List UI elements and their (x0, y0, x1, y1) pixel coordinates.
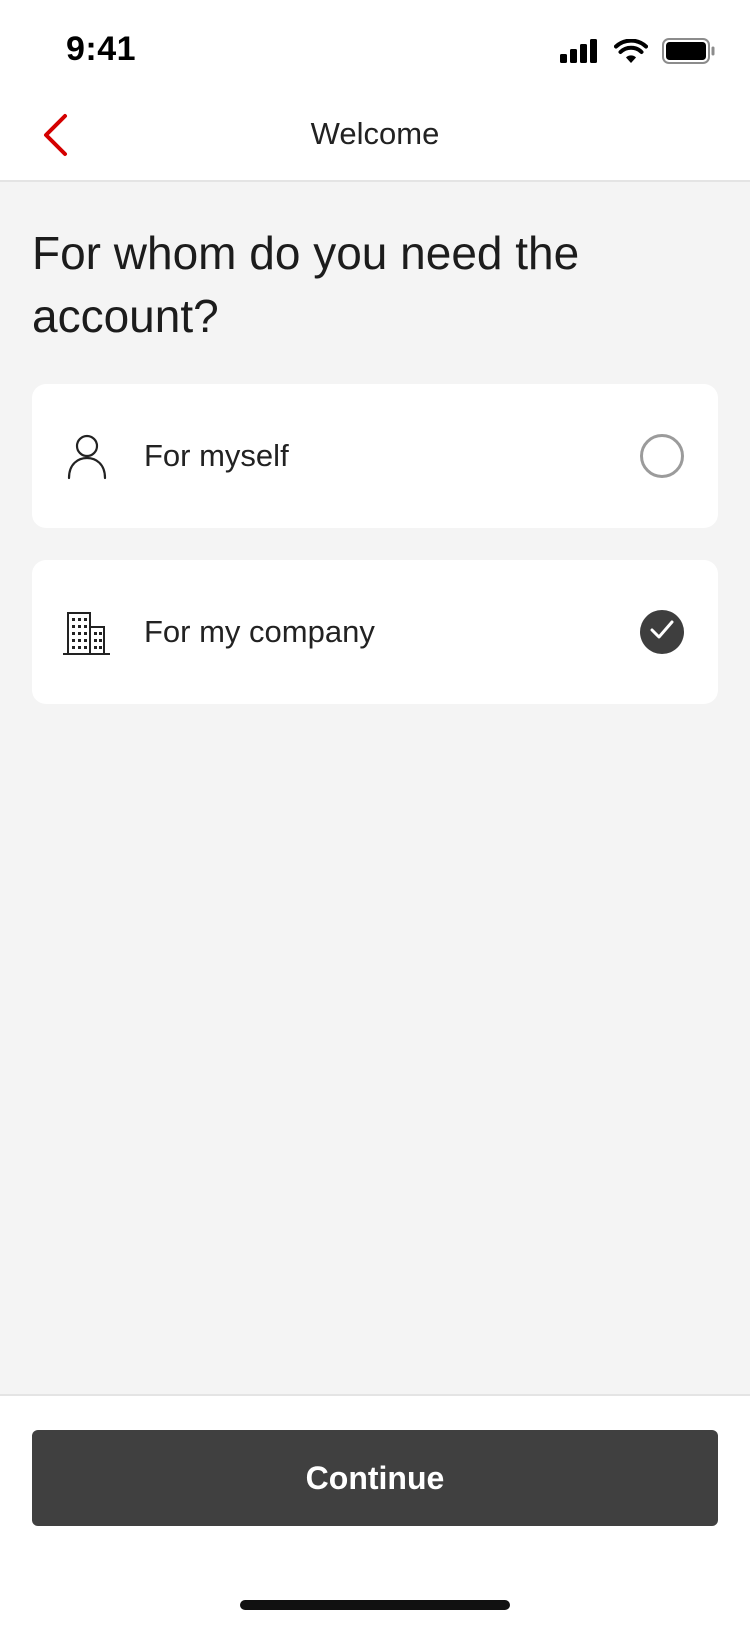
radio-myself[interactable] (640, 434, 684, 478)
home-indicator (240, 1600, 510, 1610)
checkmark-icon (649, 619, 675, 646)
option-label-company: For my company (144, 614, 375, 649)
nav-bar: Welcome (0, 96, 750, 182)
option-label-myself: For myself (144, 438, 289, 473)
person-icon (62, 434, 112, 480)
option-for-my-company[interactable]: For my company (32, 560, 718, 704)
status-icons (560, 38, 716, 69)
continue-button[interactable]: Continue (32, 1430, 718, 1526)
wifi-icon (614, 38, 648, 68)
nav-title: Welcome (310, 116, 440, 151)
option-for-myself[interactable]: For myself (32, 384, 718, 528)
footer: Continue (0, 1394, 750, 1626)
status-time: 9:41 (66, 30, 137, 68)
battery-icon (662, 38, 716, 69)
building-icon (62, 610, 112, 656)
cellular-signal-icon (560, 39, 600, 68)
status-bar: 9:41 (0, 0, 750, 96)
radio-company[interactable] (640, 610, 684, 654)
page-question: For whom do you need the account? (32, 227, 580, 342)
